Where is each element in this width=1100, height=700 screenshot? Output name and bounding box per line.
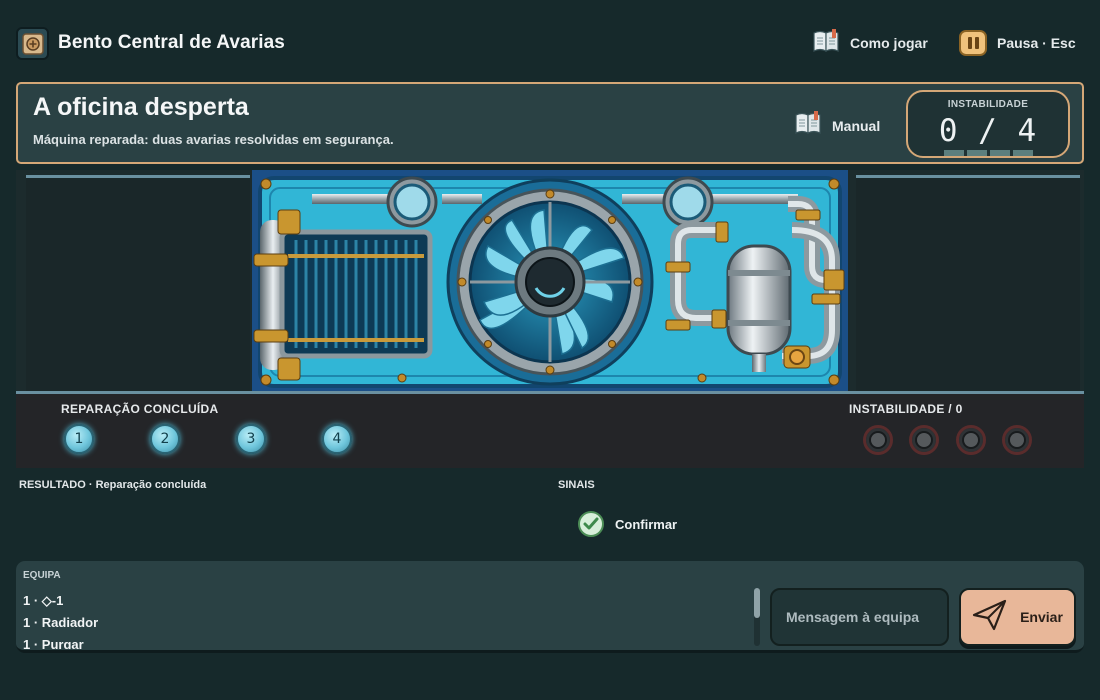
result-text: RESULTADO · Reparação concluída — [19, 479, 207, 491]
repair-complete-label: REPARAÇÃO CONCLUÍDA — [61, 402, 219, 416]
instability-ticks — [944, 150, 1033, 156]
send-button[interactable]: Enviar — [959, 588, 1076, 646]
team-message: 1 · ◇-1 — [23, 593, 64, 608]
manual-label: Manual — [832, 117, 881, 134]
pause-button[interactable]: Pausa · Esc — [959, 28, 1076, 58]
level-title: A oficina desperta — [33, 93, 249, 121]
instability-counter-label: INSTABILIDADE — [947, 99, 1029, 110]
manual-button[interactable]: Manual — [794, 111, 880, 140]
level-subtitle: Máquina reparada: duas avarias resolvida… — [33, 132, 394, 147]
repair-step-indicator: 4 — [322, 424, 352, 454]
app-title: Bento Central de Avarias — [58, 32, 285, 53]
team-log-scrollbar[interactable] — [754, 588, 760, 646]
instability-led — [909, 425, 939, 455]
signals-label: SINAIS — [558, 479, 595, 491]
send-label: Enviar — [1020, 609, 1063, 625]
how-to-play-label: Como jogar — [850, 35, 928, 51]
team-chat-panel: EQUIPA 1 · ◇-1 1 · Radiador 1 · Purgar E… — [16, 561, 1084, 653]
instability-counter: INSTABILIDADE 0 / 4 — [906, 90, 1070, 158]
confirm-signal-button[interactable]: Confirmar — [578, 511, 677, 537]
repair-step-indicator: 3 — [236, 424, 266, 454]
instability-counter-value: 0 / 4 — [938, 113, 1038, 149]
gear-badge-icon — [16, 27, 49, 60]
open-book-icon — [812, 28, 840, 58]
top-bar: Bento Central de Avarias Como jogar Paus… — [0, 0, 1100, 86]
instability-status-label: INSTABILIDADE / 0 — [849, 402, 963, 416]
repair-step-indicator: 2 — [150, 424, 180, 454]
team-message-input[interactable] — [770, 588, 949, 646]
status-strip: REPARAÇÃO CONCLUÍDA 1 2 3 4 INSTABILIDAD… — [16, 394, 1084, 468]
team-message: 1 · Purgar — [23, 637, 84, 649]
machine-illustration — [252, 170, 848, 394]
pause-label: Pausa · Esc — [997, 35, 1076, 51]
paper-plane-icon — [972, 599, 1008, 636]
instability-led — [956, 425, 986, 455]
machine-stage — [16, 170, 1084, 394]
repair-step-indicator: 1 — [64, 424, 94, 454]
right-side-panel — [856, 175, 1080, 394]
check-circle-icon — [578, 511, 604, 537]
pause-icon — [959, 30, 987, 56]
open-book-icon — [794, 111, 822, 140]
confirm-label: Confirmar — [615, 516, 678, 532]
team-message-log[interactable]: 1 · ◇-1 1 · Radiador 1 · Purgar — [23, 590, 743, 649]
team-label: EQUIPA — [23, 570, 61, 581]
level-header: A oficina desperta Máquina reparada: dua… — [16, 82, 1084, 164]
how-to-play-button[interactable]: Como jogar — [812, 28, 928, 58]
instability-led — [863, 425, 893, 455]
left-side-panel — [26, 175, 250, 394]
team-message: 1 · Radiador — [23, 615, 99, 630]
instability-led — [1002, 425, 1032, 455]
